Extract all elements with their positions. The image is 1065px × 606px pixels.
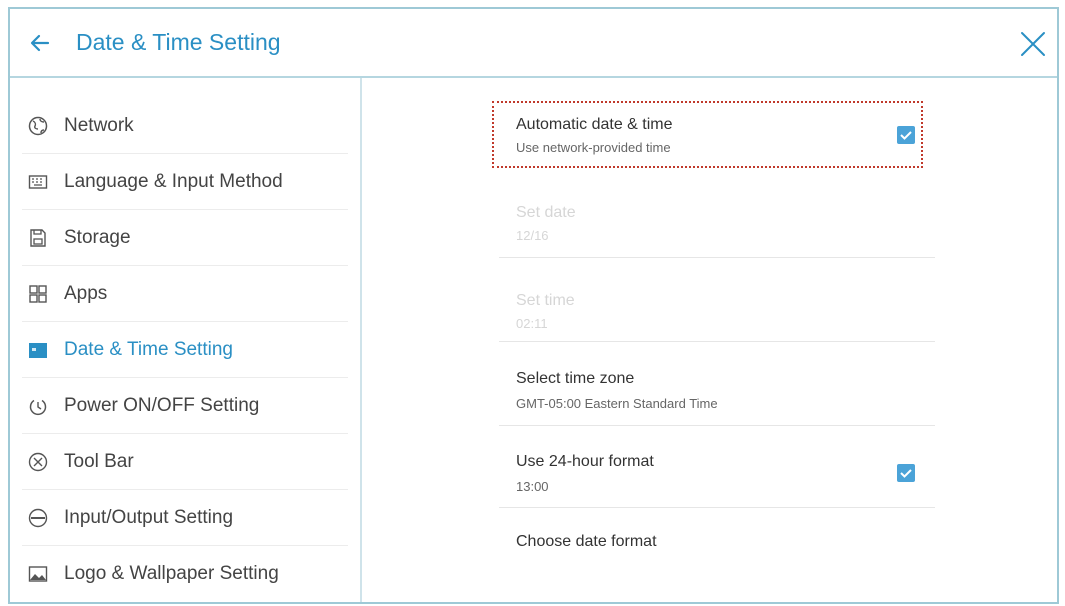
set-date-row: Set date 12/16 xyxy=(499,170,935,258)
hour-format-title: Use 24-hour format xyxy=(516,453,654,470)
input-output-icon xyxy=(28,508,48,527)
sidebar-item-label: Power ON/OFF Setting xyxy=(64,394,260,416)
close-icon[interactable] xyxy=(1019,30,1047,58)
set-time-title: Set time xyxy=(516,292,575,309)
sidebar-item-toolbar[interactable]: Tool Bar xyxy=(22,434,348,490)
sidebar-item-label: Network xyxy=(64,114,134,136)
sidebar-menu: Network Language & Input Method Storage xyxy=(10,78,362,602)
date-format-row[interactable]: Choose date format xyxy=(499,508,935,588)
calendar-icon xyxy=(29,342,47,358)
set-date-title: Set date xyxy=(516,204,576,221)
settings-panel: Automatic date & time Use network-provid… xyxy=(364,78,1057,602)
sidebar-item-language[interactable]: Language & Input Method xyxy=(22,154,348,210)
sidebar-item-storage[interactable]: Storage xyxy=(22,210,348,266)
sidebar-item-input-output[interactable]: Input/Output Setting xyxy=(22,490,348,546)
keyboard-icon xyxy=(28,174,48,189)
automatic-date-time-subtitle: Use network-provided time xyxy=(516,140,671,155)
automatic-date-time-checkbox[interactable] xyxy=(897,126,915,144)
set-date-value: 12/16 xyxy=(516,228,549,243)
hour-format-row[interactable]: Use 24-hour format 13:00 xyxy=(499,426,935,508)
check-icon xyxy=(900,131,912,140)
sidebar-item-label: Apps xyxy=(64,282,108,304)
set-time-value: 02:11 xyxy=(516,316,548,331)
set-time-row: Set time 02:11 xyxy=(499,258,935,342)
sidebar-item-network[interactable]: Network xyxy=(22,98,348,154)
automatic-date-time-title: Automatic date & time xyxy=(516,116,673,133)
globe-icon xyxy=(28,116,48,135)
sidebar-item-label: Input/Output Setting xyxy=(64,506,234,528)
sidebar-item-label: Language & Input Method xyxy=(64,170,283,192)
sidebar-item-label: Storage xyxy=(64,226,131,248)
sidebar-item-power[interactable]: Power ON/OFF Setting xyxy=(22,378,348,434)
image-icon xyxy=(28,566,48,582)
sidebar-item-label: Logo & Wallpaper Setting xyxy=(64,563,279,584)
time-zone-value: GMT-05:00 Eastern Standard Time xyxy=(516,396,718,411)
sidebar-item-date-time[interactable]: Date & Time Setting xyxy=(22,322,348,378)
sidebar-item-logo-wallpaper[interactable]: Logo & Wallpaper Setting xyxy=(22,546,348,602)
sidebar-item-apps[interactable]: Apps xyxy=(22,266,348,322)
storage-icon xyxy=(30,228,46,247)
back-arrow-icon[interactable] xyxy=(28,31,52,55)
sidebar-item-label: Date & Time Setting xyxy=(64,338,233,360)
settings-window: Date & Time Setting Network Language & I… xyxy=(8,7,1059,604)
header-bar: Date & Time Setting xyxy=(10,9,1057,78)
check-icon xyxy=(900,469,912,478)
time-zone-row[interactable]: Select time zone GMT-05:00 Eastern Stand… xyxy=(499,342,935,426)
hour-format-checkbox[interactable] xyxy=(897,464,915,482)
sidebar-item-label: Tool Bar xyxy=(64,450,134,472)
power-icon xyxy=(29,399,47,415)
time-zone-title: Select time zone xyxy=(516,370,635,387)
page-title: Date & Time Setting xyxy=(76,29,281,55)
date-format-title: Choose date format xyxy=(516,533,657,550)
automatic-date-time-row[interactable]: Automatic date & time Use network-provid… xyxy=(499,103,935,167)
tools-icon xyxy=(28,452,48,471)
hour-format-example: 13:00 xyxy=(516,479,549,494)
apps-icon xyxy=(29,284,47,303)
